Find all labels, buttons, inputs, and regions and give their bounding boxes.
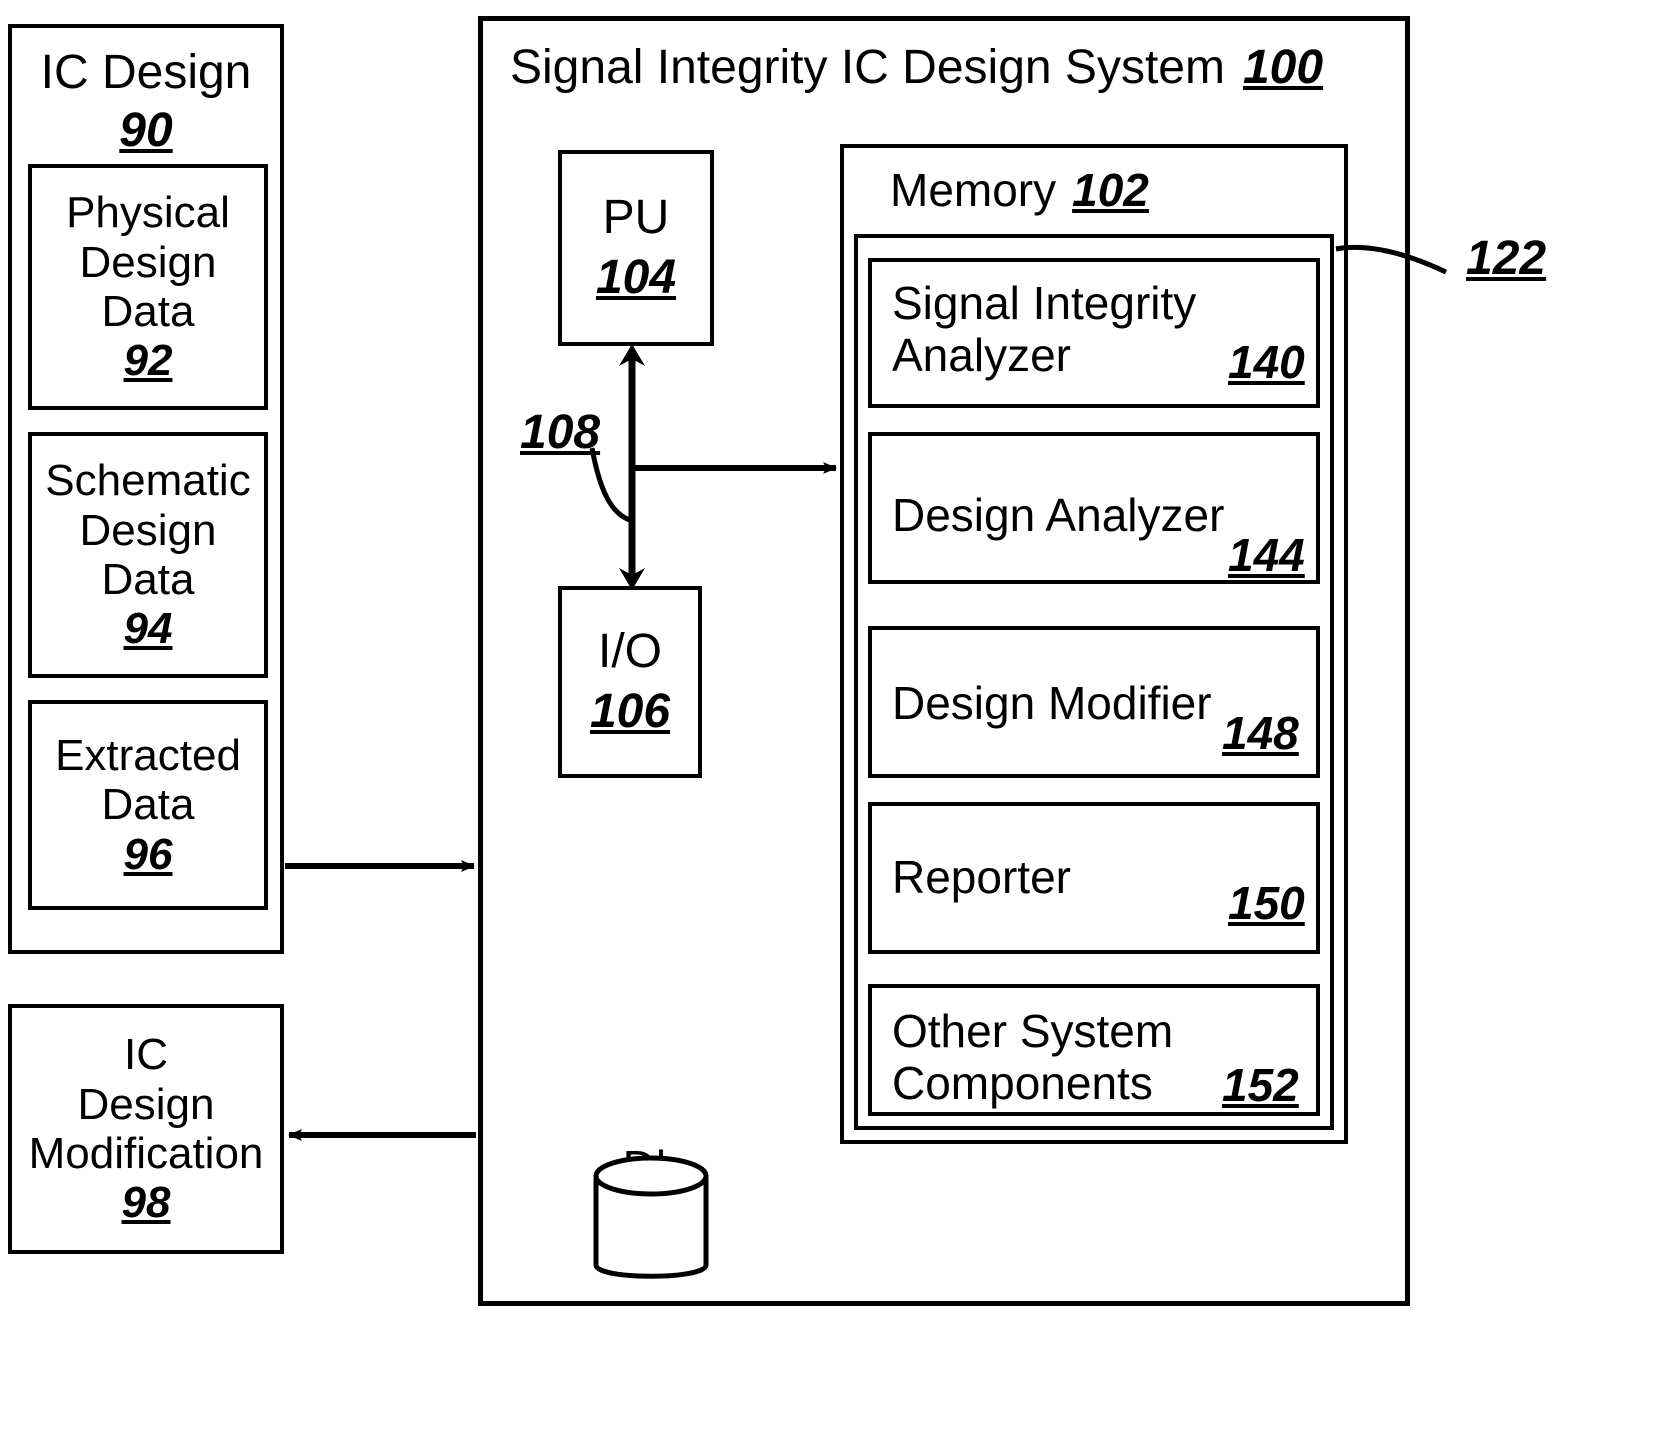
schematic-design-data-content: Schematic Design Data 94 [28, 432, 268, 678]
design-analyzer-label: Design Analyzer [892, 489, 1225, 541]
db-label: Db [622, 1141, 682, 1193]
pu-content: PU 104 [558, 150, 714, 346]
memory-container-ref: 122 [1466, 232, 1547, 285]
bus-ref: 108 [520, 406, 601, 459]
other-system-components-ref: 152 [1222, 1059, 1299, 1111]
schematic-design-data-ref: 94 [123, 604, 173, 654]
ic-design-modification-ref: 98 [121, 1178, 171, 1228]
extracted-data-label: Extracted Data [55, 731, 241, 830]
schematic-design-data-label: Schematic Design Data [45, 456, 251, 604]
io-ref: 106 [589, 685, 671, 738]
ic-design-modification-label: IC Design Modification [28, 1030, 264, 1178]
system-title: Signal Integrity IC Design System [510, 41, 1225, 95]
memory-ref: 102 [1072, 164, 1149, 217]
design-modifier-label: Design Modifier [892, 677, 1212, 729]
extracted-data-ref: 96 [123, 829, 173, 879]
io-content: I/O 106 [558, 586, 702, 778]
ic-design-modification-content: IC Design Modification 98 [8, 1004, 284, 1254]
pu-ref: 104 [595, 251, 677, 304]
extracted-data-content: Extracted Data 96 [28, 700, 268, 910]
other-system-components-label: Other System Components [892, 1005, 1174, 1109]
physical-design-data-label: Physical Design Data [66, 188, 230, 336]
design-modifier-ref: 148 [1222, 707, 1299, 759]
db-ref: 120 [613, 1191, 691, 1243]
pu-label: PU [602, 191, 670, 245]
physical-design-data-ref: 92 [123, 336, 173, 386]
system-title-row: Signal Integrity IC Design System 100 [510, 40, 1323, 96]
design-analyzer-ref: 144 [1228, 529, 1305, 581]
patent-figure: IC Design 90 Physical Design Data 92 Sch… [0, 0, 1676, 1431]
system-ref: 100 [1242, 41, 1324, 95]
ic-design-group-title: IC Design [40, 46, 252, 99]
memory-title: Memory [890, 164, 1057, 217]
io-label: I/O [597, 625, 662, 679]
signal-integrity-analyzer-ref: 140 [1228, 336, 1305, 388]
reporter-ref: 150 [1228, 877, 1305, 929]
signal-integrity-analyzer-label: Signal Integrity Analyzer [892, 277, 1197, 381]
memory-title-row: Memory 102 [890, 164, 1149, 217]
reporter-label: Reporter [892, 851, 1071, 903]
ic-design-group-ref: 90 [119, 104, 173, 157]
physical-design-data-content: Physical Design Data 92 [28, 164, 268, 410]
